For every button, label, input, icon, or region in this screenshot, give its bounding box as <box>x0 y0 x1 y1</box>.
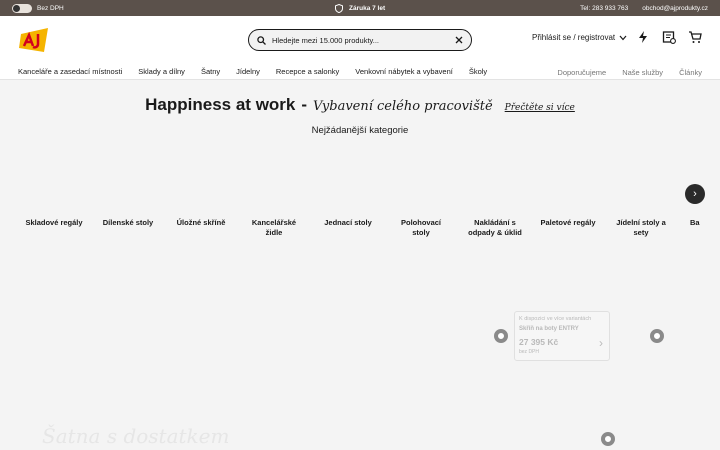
categories-heading: Nejžádanější kategorie <box>311 125 409 136</box>
quote-request-icon[interactable] <box>662 30 676 44</box>
vat-toggle-label: Bez DPH <box>37 4 64 12</box>
cart-icon[interactable] <box>688 30 702 44</box>
product-hotspot[interactable] <box>601 432 615 446</box>
main-nav: Kanceláře a zasedací místnosti Sklady a … <box>0 64 720 80</box>
category-item[interactable]: Jednací stoly <box>315 218 381 228</box>
arrow-right-icon: › <box>693 188 697 200</box>
hero-banner: Happiness at work - Vybavení celého prac… <box>0 95 720 115</box>
category-list: Skladové regály Dílenské stoly Úložné sk… <box>0 218 720 248</box>
category-item[interactable]: Polohovací stoly <box>396 218 446 238</box>
category-item[interactable]: Jídelní stoly a sety <box>610 218 672 238</box>
section-title: Šatna s dostatkem <box>42 424 230 448</box>
lightning-icon[interactable] <box>636 30 650 44</box>
nav-item-outdoor[interactable]: Venkovní nábytek a vybavení <box>355 67 453 76</box>
category-item[interactable]: Nakládání s odpady & úklid <box>462 218 528 238</box>
search-input[interactable] <box>272 35 455 45</box>
product-vat-note: bez DPH <box>519 349 540 355</box>
top-bar: Bez DPH Záruka 7 let Tel: 283 933 763 ob… <box>0 0 720 16</box>
hero-subtitle: Vybavení celého pracoviště <box>313 99 493 114</box>
login-label: Přihlásit se / registrovat <box>532 33 616 42</box>
hero-read-more-link[interactable]: Přečtěte si více <box>505 103 575 113</box>
nav-item-recommended[interactable]: Doporučujeme <box>557 68 606 77</box>
product-card[interactable]: K dispozici ve více variantách Skříň na … <box>514 311 610 361</box>
category-item[interactable]: Paletové regály <box>535 218 601 228</box>
nav-item-schools[interactable]: Školy <box>469 67 487 76</box>
product-hotspot[interactable] <box>650 329 664 343</box>
phone-link[interactable]: Tel: 283 933 763 <box>580 5 628 12</box>
nav-item-canteens[interactable]: Jídelny <box>236 67 260 76</box>
category-item[interactable]: Skladové regály <box>21 218 87 228</box>
warranty-text: Záruka 7 let <box>349 4 386 12</box>
hero-title: Happiness at work <box>145 95 296 114</box>
clear-icon[interactable] <box>455 36 463 44</box>
search-icon[interactable] <box>257 35 266 45</box>
nav-item-warehouses[interactable]: Sklady a dílny <box>138 67 185 76</box>
header: Přihlásit se / registrovat <box>0 16 720 64</box>
product-title: Skříň na boty ENTRY <box>519 326 579 332</box>
chevron-right-icon: › <box>599 336 603 350</box>
nav-item-services[interactable]: Naše služby <box>622 68 663 77</box>
login-menu[interactable]: Přihlásit se / registrovat <box>532 33 627 42</box>
category-item[interactable]: Ba <box>690 218 720 228</box>
chevron-down-icon <box>619 35 627 40</box>
shield-icon <box>335 3 343 13</box>
category-item[interactable]: Dílenské stoly <box>95 218 161 228</box>
vat-toggle[interactable] <box>12 3 32 13</box>
hero-dash: - <box>301 95 308 114</box>
nav-item-articles[interactable]: Články <box>679 68 702 77</box>
aj-logo[interactable] <box>18 26 50 54</box>
product-price: 27 395 Kč <box>519 337 559 347</box>
email-link[interactable]: obchod@ajprodukty.cz <box>642 5 708 12</box>
category-item[interactable]: Úložné skříně <box>168 218 234 228</box>
product-hotspot[interactable] <box>494 329 508 343</box>
category-item[interactable]: Kancelářské židle <box>247 218 301 238</box>
warranty-info: Záruka 7 let <box>335 0 385 16</box>
product-availability: K dispozici ve více variantách <box>519 316 592 322</box>
nav-item-offices[interactable]: Kanceláře a zasedací místnosti <box>18 67 122 76</box>
search-bar[interactable] <box>248 29 472 51</box>
nav-item-receptions[interactable]: Recepce a salonky <box>276 67 339 76</box>
nav-item-locker-rooms[interactable]: Šatny <box>201 67 220 76</box>
carousel-next-button[interactable]: › <box>685 184 705 204</box>
